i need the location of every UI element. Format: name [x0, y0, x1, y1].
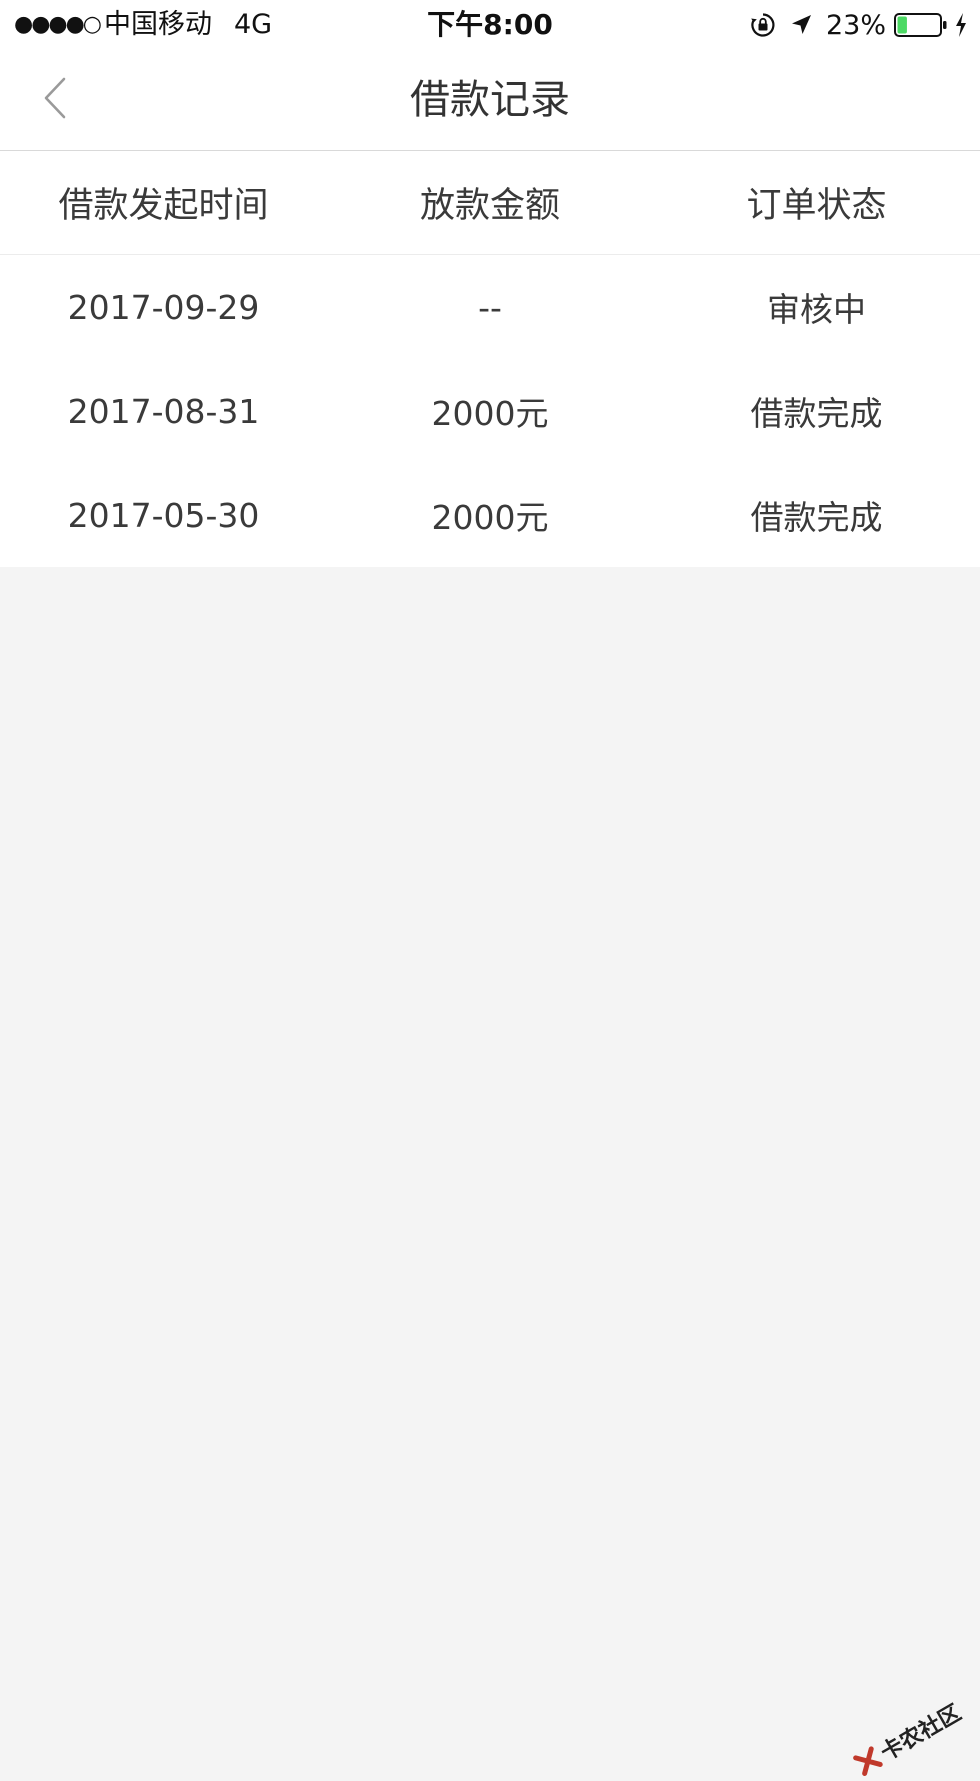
page-title: 借款记录	[410, 77, 570, 123]
row-amount: 2000元	[431, 394, 549, 433]
charging-bolt-icon	[954, 12, 968, 38]
battery-fill	[897, 16, 907, 34]
row-amount: 2000元	[431, 498, 549, 537]
navigation-bar: 借款记录	[0, 50, 980, 151]
table-body: 2017-09-29 -- 审核中 2017-08-31 2000元 借款完成 …	[0, 255, 980, 567]
header-loan-date: 借款发起时间	[58, 186, 269, 226]
status-right: 23%	[750, 8, 968, 42]
location-arrow-icon	[790, 14, 812, 36]
row-date: 2017-08-31	[67, 391, 260, 431]
orientation-lock-icon	[750, 12, 776, 38]
status-bar: ●●●●○ 中国移动 4G 下午8:00 23%	[0, 0, 980, 50]
header-order-status: 订单状态	[746, 186, 887, 226]
row-status: 借款完成	[750, 394, 883, 433]
table-row[interactable]: 2017-05-30 2000元 借款完成	[0, 463, 980, 567]
battery-icon	[894, 12, 948, 38]
header-disbursed-amount: 放款金额	[419, 186, 560, 226]
row-status: 借款完成	[750, 498, 883, 537]
battery-percent: 23%	[825, 9, 886, 41]
row-status: 审核中	[767, 290, 866, 329]
watermark: 卡农社区	[850, 1695, 966, 1781]
watermark-text: 卡农社区	[876, 1700, 966, 1767]
table-row[interactable]: 2017-08-31 2000元 借款完成	[0, 359, 980, 463]
table-row[interactable]: 2017-09-29 -- 审核中	[0, 255, 980, 359]
table-header: 借款发起时间 放款金额 订单状态	[0, 151, 980, 255]
row-date: 2017-05-30	[67, 495, 260, 535]
row-amount: --	[478, 287, 502, 327]
loan-records-table: 借款发起时间 放款金额 订单状态 2017-09-29 -- 审核中 2017-…	[0, 151, 980, 567]
row-date: 2017-09-29	[67, 287, 260, 327]
